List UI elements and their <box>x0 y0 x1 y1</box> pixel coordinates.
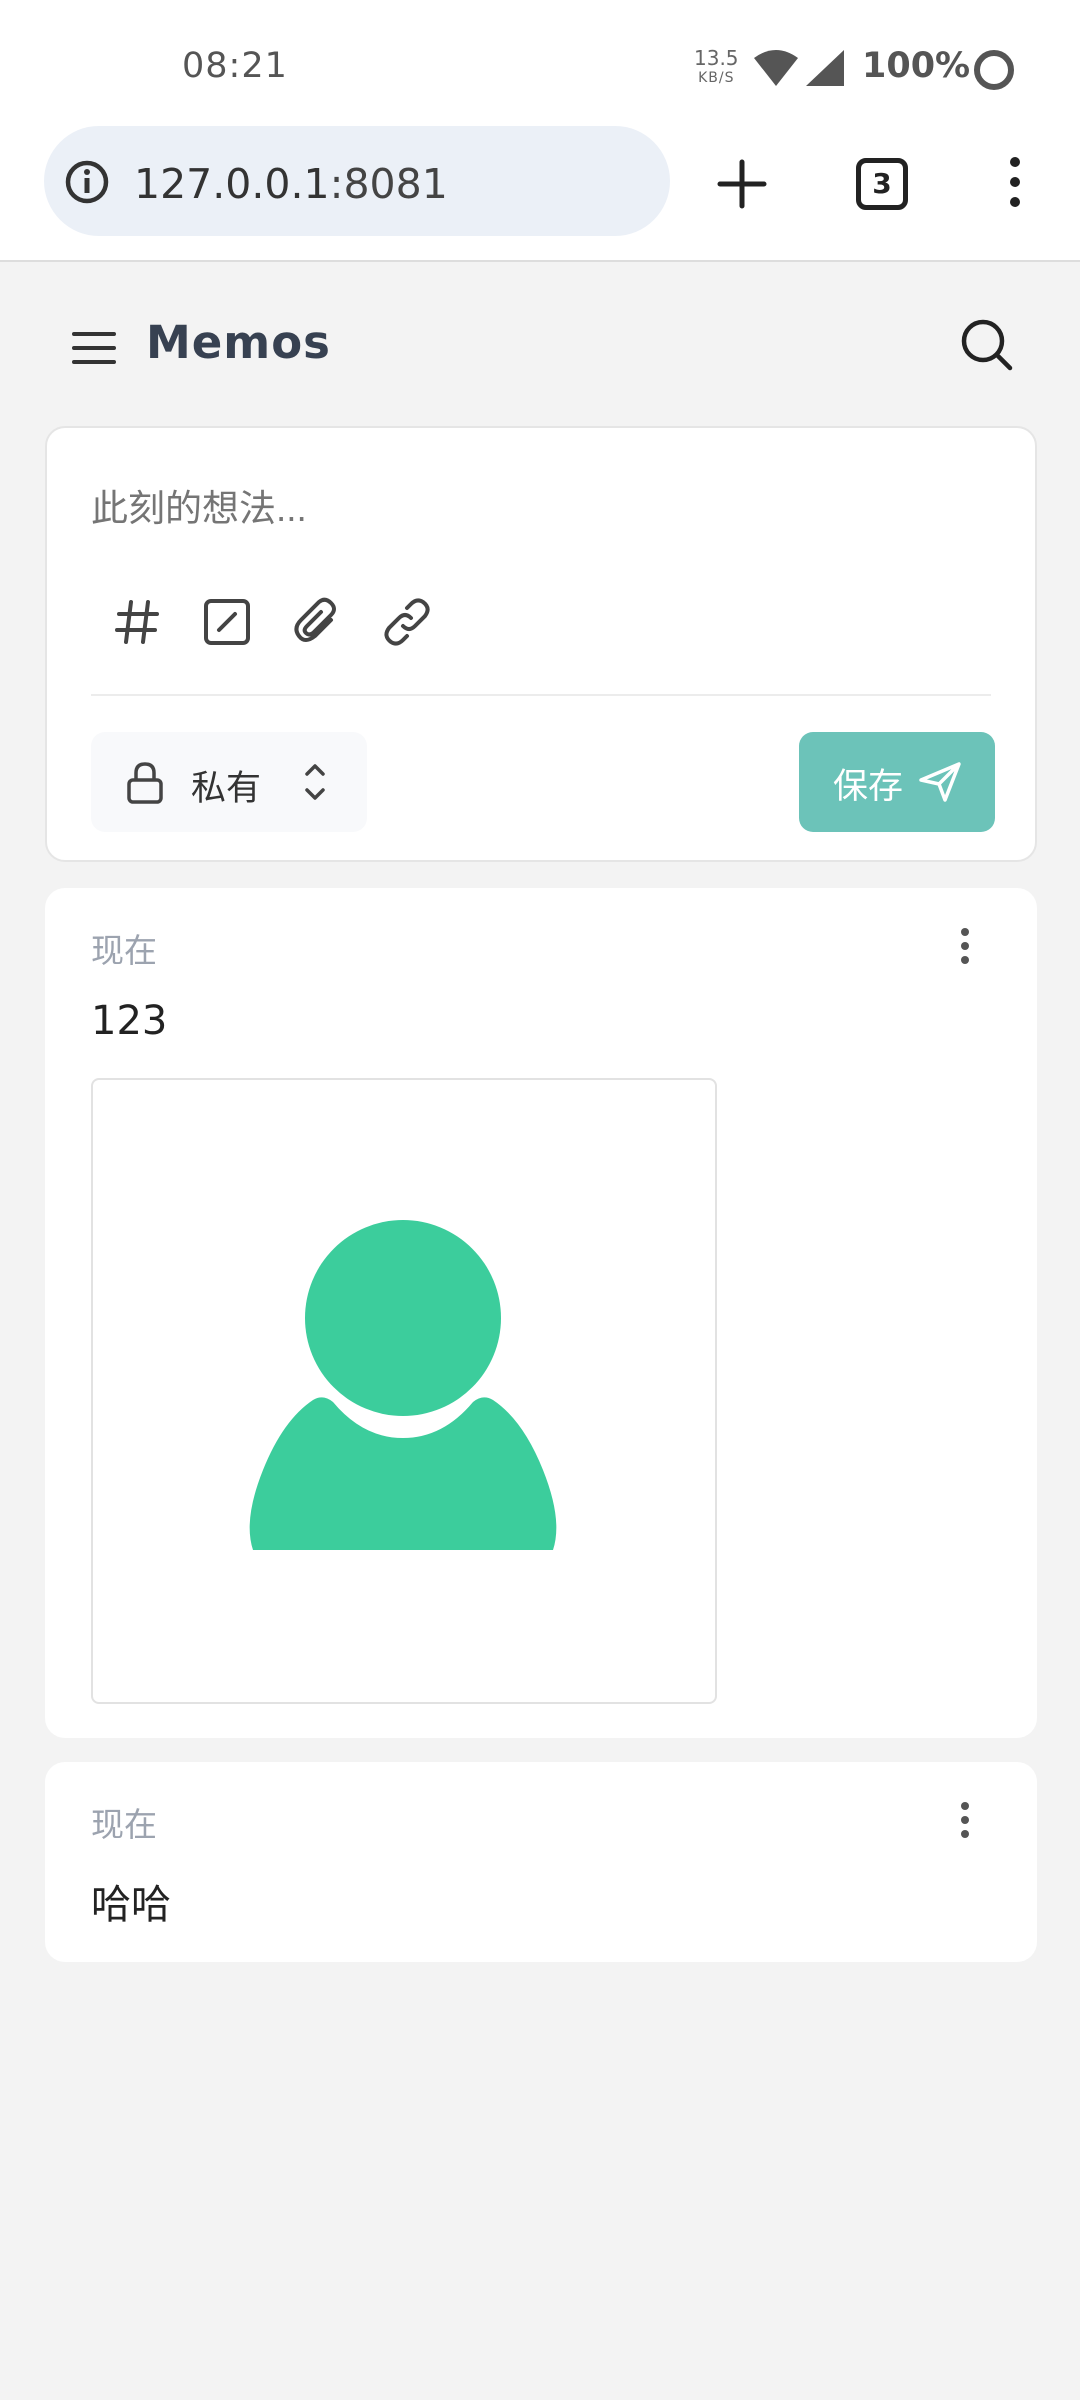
url-text[interactable]: 127.0.0.1:8081 <box>134 160 448 208</box>
browser-menu-icon[interactable] <box>1000 152 1030 212</box>
memo-card: 现在 哈哈 <box>45 1762 1037 1962</box>
more-options-icon[interactable] <box>945 1798 985 1842</box>
memo-timestamp: 现在 <box>91 931 157 970</box>
memo-editor: 私有 保存 <box>45 426 1037 862</box>
save-label: 保存 <box>833 767 904 806</box>
user-avatar-icon <box>249 1220 557 1550</box>
memo-content: 123 <box>91 998 168 1044</box>
browser-toolbar: 127.0.0.1:8081 3 <box>0 120 1080 262</box>
app-header: Memos <box>0 262 1080 412</box>
visibility-label: 私有 <box>191 769 262 809</box>
attachment-icon[interactable] <box>291 596 343 648</box>
memo-content: 哈哈 <box>91 1882 171 1928</box>
menu-icon[interactable] <box>70 326 118 370</box>
memo-image-attachment[interactable] <box>91 1078 717 1704</box>
memo-card: 现在 123 <box>45 888 1037 1738</box>
chevron-up-down-icon <box>305 764 325 800</box>
network-speed-value: 13.5 <box>694 46 739 70</box>
app-title: Memos <box>146 316 331 369</box>
memo-input[interactable] <box>91 488 991 530</box>
battery-icon <box>974 50 1014 90</box>
search-icon[interactable] <box>958 316 1016 374</box>
hash-icon[interactable] <box>111 596 163 648</box>
lock-icon <box>127 762 163 804</box>
memo-timestamp: 现在 <box>91 1805 157 1844</box>
info-icon[interactable] <box>64 159 110 205</box>
status-time: 08:21 <box>182 46 288 86</box>
url-port: :8081 <box>329 160 448 208</box>
battery-percent: 100% <box>862 46 971 86</box>
link-icon[interactable] <box>381 596 433 648</box>
wifi-icon <box>754 50 798 86</box>
url-host: 127.0.0.1 <box>134 160 330 208</box>
status-bar: 08:21 13.5 KB/S 100% <box>0 0 1080 130</box>
save-button[interactable]: 保存 <box>799 732 995 832</box>
more-options-icon[interactable] <box>945 924 985 968</box>
new-tab-icon[interactable] <box>714 156 770 212</box>
tab-switcher-button[interactable]: 3 <box>856 158 908 210</box>
send-icon <box>919 762 961 802</box>
network-speed-unit: KB/S <box>698 70 735 86</box>
network-speed: 13.5 KB/S <box>694 48 739 88</box>
editor-divider <box>91 694 991 696</box>
visibility-selector[interactable]: 私有 <box>91 732 367 832</box>
editor-toolbar <box>111 596 433 648</box>
address-bar[interactable]: 127.0.0.1:8081 <box>44 126 670 236</box>
todo-icon[interactable] <box>201 596 253 648</box>
signal-icon <box>806 50 844 86</box>
